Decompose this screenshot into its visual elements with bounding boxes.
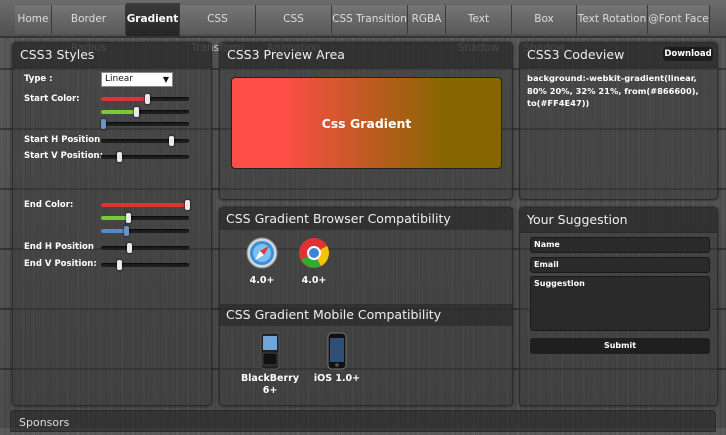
tab-border-radius[interactable]: Border Radius	[52, 5, 126, 54]
end-v-handle[interactable]	[117, 260, 122, 270]
css-code-output: background:-webkit-gradient(linear, 80% …	[527, 73, 699, 108]
start-green-handle[interactable]	[134, 107, 139, 117]
chrome-item: 4.0+	[294, 236, 334, 286]
start-green-fill	[101, 110, 136, 114]
sponsors-title: Sponsors	[19, 416, 70, 429]
chevron-down-icon: ▼	[162, 75, 169, 84]
download-button[interactable]: Download	[663, 47, 713, 61]
tab-css-animation[interactable]: CSS Animation	[256, 5, 332, 54]
preview-panel-title: CSS3 Preview Area	[220, 43, 512, 68]
start-red-handle[interactable]	[145, 94, 150, 104]
sponsors-section: Sponsors	[10, 410, 716, 432]
end-v-label: End V Position:	[24, 259, 97, 269]
top-nav: Home Border Radius Gradient CSS Transfor…	[0, 0, 726, 54]
tab-text-shadow[interactable]: Text Shadow	[446, 5, 512, 54]
browser-compat-title: CSS Gradient Browser Compatibility	[219, 208, 513, 230]
gradient-preview-text: Css Gradient	[321, 115, 412, 131]
tab-home[interactable]: Home	[15, 5, 52, 34]
start-red-fill	[101, 97, 148, 101]
styles-panel-title: CSS3 Styles	[13, 43, 211, 68]
type-label: Type :	[24, 74, 53, 84]
end-green-fill	[101, 216, 128, 220]
type-select[interactable]: Linear ▼	[101, 72, 173, 87]
submit-button[interactable]: Submit	[530, 338, 710, 354]
end-blue-slider[interactable]	[101, 226, 189, 236]
start-h-handle[interactable]	[169, 136, 174, 146]
end-blue-handle[interactable]	[124, 226, 129, 236]
start-color-label: Start Color:	[24, 94, 80, 104]
mobile-compat-title: CSS Gradient Mobile Compatibility	[219, 304, 513, 326]
safari-icon	[246, 237, 278, 269]
email-input[interactable]: Email	[530, 257, 710, 273]
tab-text-rotation[interactable]: Text Rotation	[577, 5, 648, 34]
end-red-handle[interactable]	[185, 200, 190, 210]
end-red-slider[interactable]	[101, 200, 190, 210]
end-blue-fill	[101, 229, 126, 233]
tab-font-face[interactable]: @Font Face	[648, 5, 710, 34]
blackberry-version: BlackBerry 6+	[240, 373, 300, 396]
end-color-label: End Color:	[24, 200, 74, 210]
start-h-slider[interactable]	[101, 136, 189, 146]
start-v-slider[interactable]	[101, 152, 189, 162]
codeview-panel: CSS3 Codeview	[519, 42, 718, 200]
end-h-handle[interactable]	[127, 243, 132, 253]
blackberry-icon	[260, 332, 280, 370]
tab-rgba[interactable]: RGBA	[408, 5, 446, 34]
blackberry-item: BlackBerry 6+	[240, 332, 300, 397]
tab-box-shadow[interactable]: Box Shadow	[512, 5, 577, 54]
safari-item: 4.0+	[242, 236, 282, 286]
end-red-fill	[101, 203, 189, 207]
safari-version: 4.0+	[249, 275, 275, 286]
iphone-icon	[327, 332, 347, 370]
tab-gradient[interactable]: Gradient	[126, 3, 180, 36]
start-red-slider[interactable]	[101, 94, 189, 104]
chrome-icon	[299, 238, 329, 268]
start-blue-slider[interactable]	[101, 119, 189, 129]
iphone-version: iOS 1.0+	[313, 373, 361, 384]
suggestion-textarea[interactable]: Suggestion	[530, 276, 710, 331]
name-input[interactable]: Name	[530, 237, 710, 253]
start-green-slider[interactable]	[101, 107, 189, 117]
end-h-label: End H Position	[24, 242, 94, 252]
end-h-slider[interactable]	[101, 243, 189, 253]
start-blue-handle[interactable]	[101, 119, 106, 129]
start-v-label: Start V Position:	[24, 151, 103, 161]
type-select-value: Linear	[105, 74, 133, 84]
start-h-label: Start H Position	[24, 135, 101, 145]
iphone-item: iOS 1.0+	[312, 332, 362, 384]
end-green-handle[interactable]	[126, 213, 131, 223]
gradient-preview-box: Css Gradient	[231, 77, 502, 169]
tab-css-transition[interactable]: CSS Transition	[332, 5, 408, 34]
end-green-slider[interactable]	[101, 213, 189, 223]
end-v-slider[interactable]	[101, 260, 189, 270]
tab-css-transform[interactable]: CSS Transform	[180, 5, 256, 54]
start-v-handle[interactable]	[117, 152, 122, 162]
chrome-version: 4.0+	[301, 275, 327, 286]
suggestion-panel-title: Your Suggestion	[520, 208, 717, 233]
